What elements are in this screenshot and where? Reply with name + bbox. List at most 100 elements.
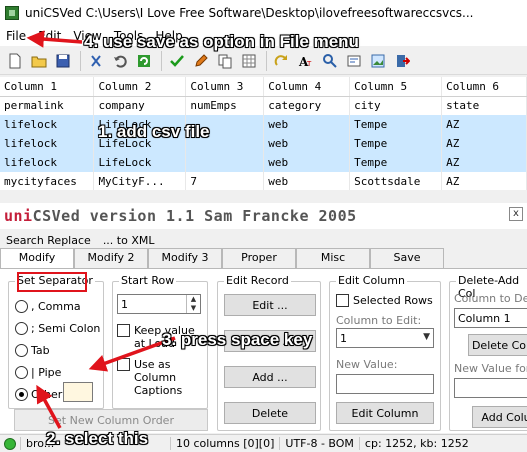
grid-cell[interactable]	[185, 153, 265, 172]
refresh-icon[interactable]	[133, 50, 155, 72]
grid-header-cell[interactable]: Column 4	[263, 77, 351, 97]
radio-pipe[interactable]: | Pipe	[15, 366, 61, 379]
grid-cell[interactable]: Tempe	[349, 134, 443, 153]
tab-search-replace[interactable]: Search Replace	[0, 233, 97, 248]
new-value-input[interactable]	[336, 374, 434, 394]
grid-cell[interactable]: lifelock	[0, 153, 95, 172]
grid-header-cell[interactable]: Column 2	[93, 77, 187, 97]
grid-header-cell[interactable]: Column 6	[441, 77, 527, 97]
menu-edit[interactable]: Edit	[32, 29, 67, 43]
chevron-down-icon[interactable]: ▼	[423, 332, 430, 342]
start-row-spinner[interactable]: 1 ▲ ▼	[117, 294, 201, 314]
edit-icon[interactable]	[190, 50, 212, 72]
grid-cell[interactable]: AZ	[441, 134, 527, 153]
grid-header-cell[interactable]: Column 3	[185, 77, 265, 97]
column-to-edit-select[interactable]: 1 ▼	[336, 328, 434, 348]
grid-cell[interactable]: Scottsdale	[349, 172, 443, 190]
add-record-button[interactable]: Add ...	[224, 366, 316, 388]
image-icon[interactable]	[367, 50, 389, 72]
grid-cell[interactable]: MyCityF...	[93, 172, 187, 190]
replace-icon[interactable]	[343, 50, 365, 72]
grid-cell[interactable]: lifelock	[0, 134, 95, 153]
table-row[interactable]: permalink company numEmps category city …	[0, 96, 527, 115]
checkbox[interactable]	[117, 358, 130, 371]
tab-modify-2[interactable]: Modify 2	[74, 248, 148, 268]
tab-modify-3[interactable]: Modify 3	[148, 248, 222, 268]
cut-icon[interactable]	[85, 50, 107, 72]
delete-column-button[interactable]: Delete Colu	[468, 334, 527, 356]
grid-cell[interactable]: Tempe	[349, 115, 443, 134]
add-column-button[interactable]: Add Colu	[472, 406, 527, 428]
tab-misc[interactable]: Misc	[296, 248, 370, 268]
radio-other[interactable]: Other	[15, 388, 62, 401]
grid-cell[interactable]: Tempe	[349, 153, 443, 172]
use-caption-label: Use as Column Captions	[134, 358, 183, 397]
tab-modify[interactable]: Modify	[0, 248, 74, 269]
grid-cell[interactable]: permalink	[0, 96, 95, 115]
svg-text:T: T	[306, 60, 312, 68]
grid-cell[interactable]: web	[263, 172, 351, 190]
check-icon[interactable]	[166, 50, 188, 72]
annotation-step-4: 4. use save as option in File menu	[84, 32, 359, 51]
radio-button[interactable]	[15, 300, 28, 313]
undo-icon[interactable]	[109, 50, 131, 72]
radio-button[interactable]	[15, 388, 28, 401]
grid-cell[interactable]: numEmps	[185, 96, 265, 115]
radio-semicolon[interactable]: ; Semi Colon	[15, 322, 100, 335]
radio-button[interactable]	[15, 344, 28, 357]
exit-icon[interactable]	[391, 50, 413, 72]
radio-button[interactable]	[15, 322, 28, 335]
grid-cell[interactable]: LifeLock	[93, 153, 187, 172]
grid-cell[interactable]: lifelock	[0, 115, 95, 134]
radio-button[interactable]	[15, 366, 28, 379]
checkbox[interactable]	[117, 324, 130, 337]
new-icon[interactable]	[4, 50, 26, 72]
menu-file[interactable]: File	[0, 29, 32, 43]
font-icon[interactable]: AT	[295, 50, 317, 72]
window-title: uniCSVed C:\Users\I Love Free Software\D…	[25, 6, 474, 20]
new-column-value-input[interactable]	[454, 378, 527, 398]
new-value-label: New Value:	[336, 358, 398, 371]
grid-cell[interactable]: web	[263, 134, 351, 153]
grid-cell[interactable]: company	[93, 96, 187, 115]
delete-record-button[interactable]: Delete	[224, 402, 316, 424]
selected-rows-checkbox[interactable]: Selected Rows	[336, 294, 433, 307]
grid-cell[interactable]: AZ	[441, 172, 527, 190]
table-row[interactable]: lifelock LifeLock web Tempe AZ	[0, 153, 527, 172]
use-as-caption-checkbox[interactable]: Use as Column Captions	[117, 358, 205, 397]
grid-cell[interactable]: AZ	[441, 115, 527, 134]
find-icon[interactable]	[319, 50, 341, 72]
spinner-arrows-icon[interactable]: ▲ ▼	[186, 295, 200, 313]
edit-column-button[interactable]: Edit Column	[336, 402, 434, 424]
tab-proper[interactable]: Proper	[222, 248, 296, 268]
grid-cell[interactable]: web	[263, 115, 351, 134]
redo-icon[interactable]	[271, 50, 293, 72]
copy-icon[interactable]	[214, 50, 236, 72]
grid-icon[interactable]	[238, 50, 260, 72]
csv-grid[interactable]: Column 1 Column 2 Column 3 Column 4 Colu…	[0, 77, 527, 190]
grid-cell[interactable]: city	[349, 96, 443, 115]
grid-header-cell[interactable]: Column 1	[0, 77, 95, 97]
tab-to-xml[interactable]: ... to XML	[97, 233, 161, 248]
open-icon[interactable]	[28, 50, 50, 72]
radio-tab[interactable]: Tab	[15, 344, 50, 357]
grid-cell[interactable]: web	[263, 153, 351, 172]
other-separator-input[interactable]	[63, 382, 93, 402]
radio-comma[interactable]: , Comma	[15, 300, 81, 313]
table-row[interactable]: mycityfaces MyCityF... 7 web Scottsdale …	[0, 172, 527, 190]
checkbox[interactable]	[336, 294, 349, 307]
grid-cell[interactable]: 7	[185, 172, 265, 190]
edit-record-button[interactable]: Edit ...	[224, 294, 316, 316]
table-row[interactable]: lifelock LifeLock web Tempe AZ	[0, 115, 527, 134]
tab-save[interactable]: Save	[370, 248, 444, 268]
grid-cell[interactable]: AZ	[441, 153, 527, 172]
set-new-column-order-button[interactable]: Set New Column Order	[14, 409, 208, 431]
grid-cell[interactable]: category	[263, 96, 351, 115]
grid-header-cell[interactable]: Column 5	[349, 77, 443, 97]
save-icon[interactable]	[52, 50, 74, 72]
grid-cell[interactable]: state	[441, 96, 527, 115]
close-icon[interactable]: x	[509, 207, 523, 221]
column-to-delete-select[interactable]: Column 1	[454, 308, 527, 328]
grid-cell[interactable]: mycityfaces	[0, 172, 95, 190]
table-row[interactable]: lifelock LifeLock web Tempe AZ	[0, 134, 527, 153]
